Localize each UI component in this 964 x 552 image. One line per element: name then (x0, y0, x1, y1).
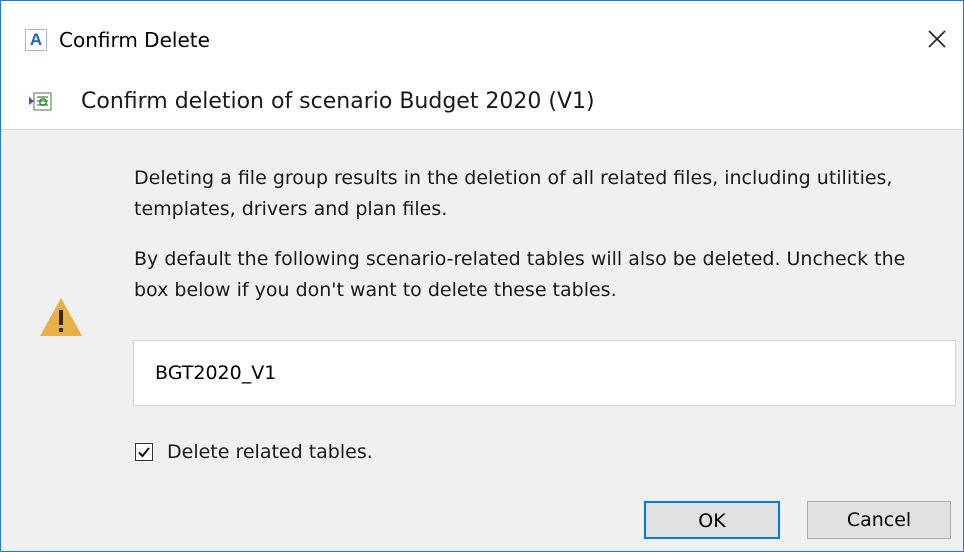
ok-button[interactable]: OK (644, 501, 780, 539)
confirm-delete-dialog: A Confirm Delete Confirm deletion of sce… (0, 0, 964, 552)
scenario-delete-icon (29, 92, 52, 111)
delete-related-tables-label: Delete related tables. (167, 441, 373, 463)
title-bar: A Confirm Delete (1, 1, 963, 77)
list-item[interactable]: BGT2020_V1 (155, 360, 276, 386)
app-logo-icon: A (25, 29, 47, 51)
checkmark-icon (138, 447, 150, 458)
close-button[interactable] (919, 21, 955, 57)
dialog-heading: Confirm deletion of scenario Budget 2020… (81, 89, 595, 114)
delete-related-tables-option[interactable]: Delete related tables. (135, 441, 373, 463)
dialog-header: Confirm deletion of scenario Budget 2020… (1, 77, 963, 130)
related-tables-list[interactable]: BGT2020_V1 (133, 340, 956, 406)
cancel-button[interactable]: Cancel (807, 501, 951, 539)
delete-related-tables-checkbox[interactable] (135, 443, 153, 461)
close-icon (928, 30, 946, 48)
warning-icon (40, 298, 82, 336)
deletion-info-text: Deleting a file group results in the del… (134, 167, 893, 220)
related-tables-info-text: By default the following scenario-relate… (134, 248, 906, 301)
window-title: Confirm Delete (59, 28, 210, 52)
